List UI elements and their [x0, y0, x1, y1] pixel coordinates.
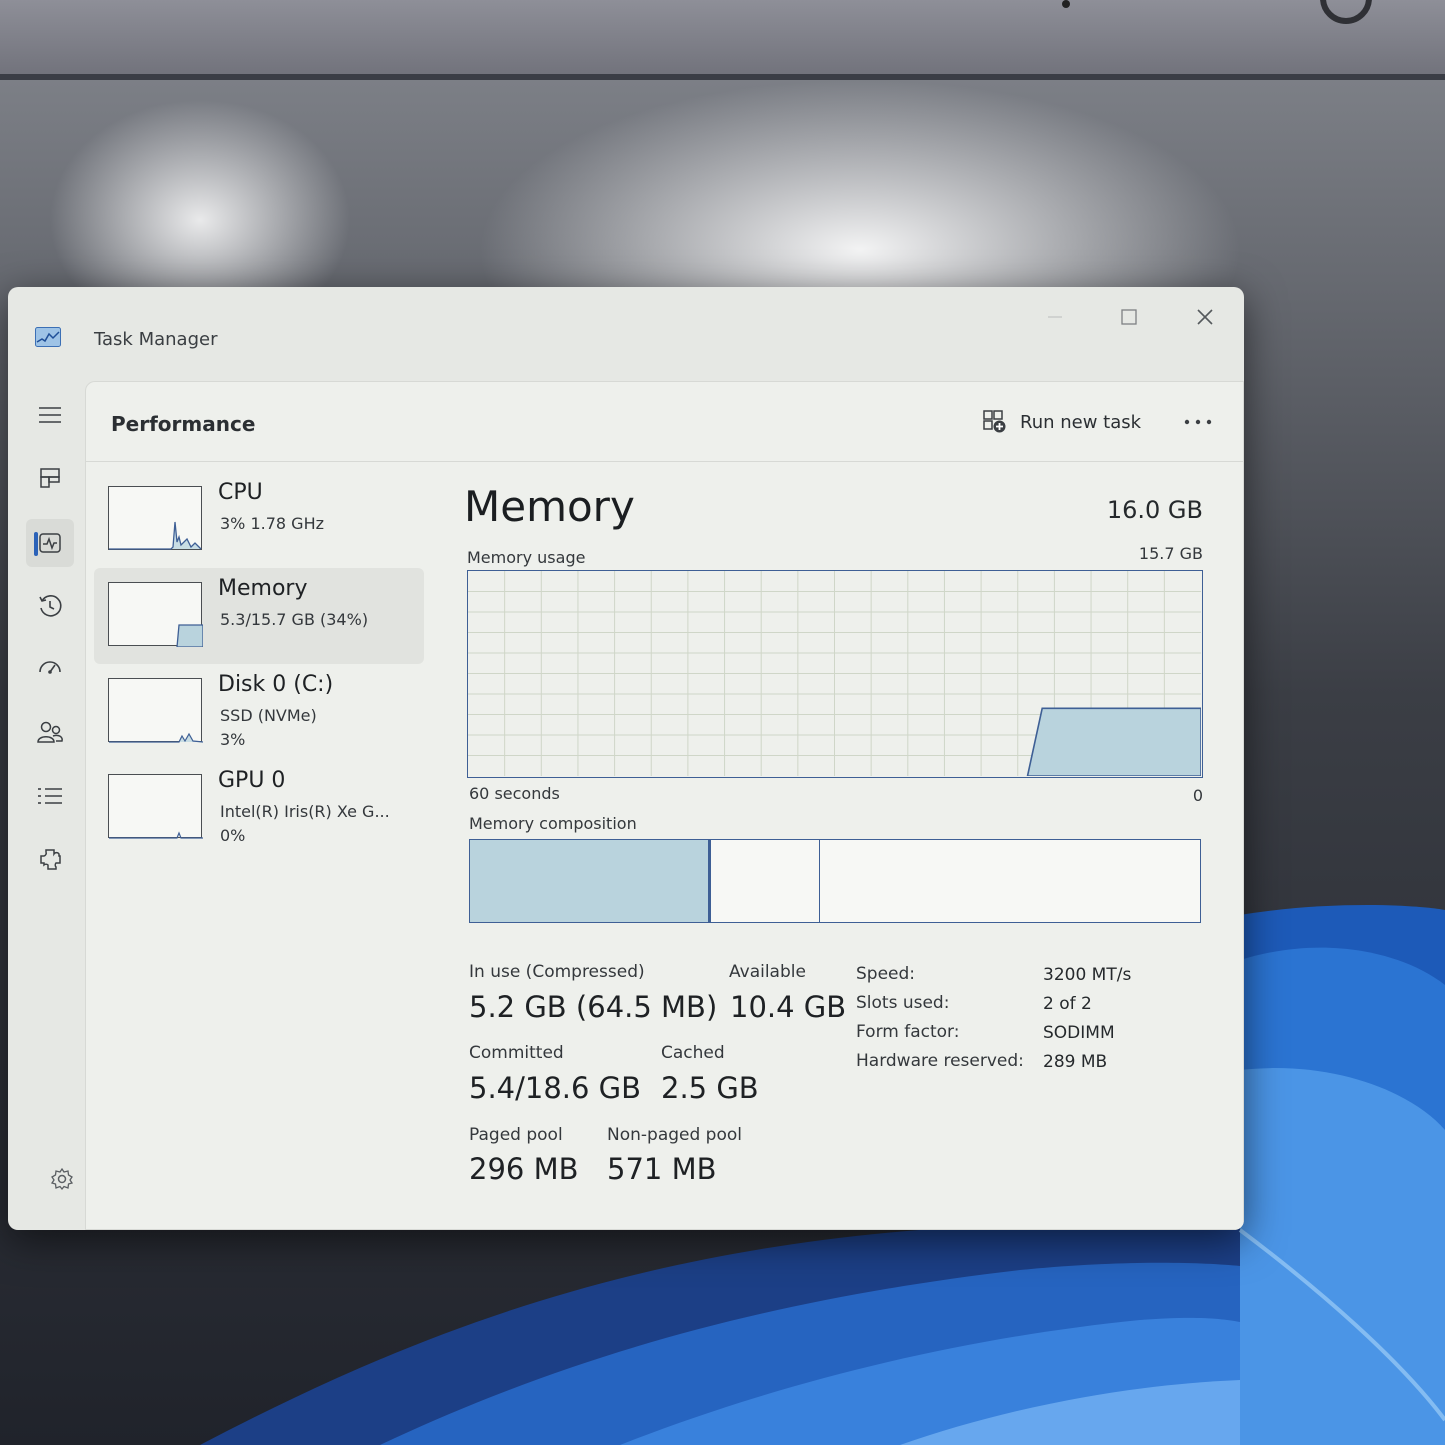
device-detail: 5.3/15.7 GB (34%) — [220, 610, 369, 629]
device-gpu[interactable]: GPU 0 Intel(R) Iris(R) Xe G... 0% — [94, 760, 424, 856]
maximize-icon — [1121, 309, 1137, 325]
device-memory[interactable]: Memory 5.3/15.7 GB (34%) — [94, 568, 424, 664]
graph-axis-zero: 0 — [1192, 786, 1203, 805]
details-icon — [38, 788, 62, 804]
page-title: Performance — [111, 412, 256, 436]
page-header: Performance Run new task — [86, 382, 1243, 462]
more-options-icon — [1184, 419, 1212, 425]
hamburger-menu-icon — [39, 407, 61, 423]
performance-panel: Performance Run new task CPU 3% 1.78 GHz — [85, 381, 1244, 1230]
task-manager-window: Task Manager Performance Run new task CP… — [8, 287, 1244, 1230]
device-name: GPU 0 — [218, 768, 286, 793]
memory-composition-label: Memory composition — [469, 814, 637, 833]
run-new-task-icon — [983, 410, 1006, 433]
device-usage: 3% — [220, 730, 246, 749]
available-label: Available — [729, 962, 806, 982]
composition-in-use-segment — [470, 840, 711, 922]
maximize-button[interactable] — [1104, 295, 1154, 339]
task-manager-app-icon — [35, 327, 61, 347]
settings-gear-icon — [50, 1167, 74, 1191]
in-use-value: 5.2 GB (64.5 MB) — [469, 990, 718, 1024]
device-cpu[interactable]: CPU 3% 1.78 GHz — [94, 472, 424, 568]
hardware-reserved-label: Hardware reserved: — [856, 1051, 1024, 1071]
processes-icon — [40, 468, 60, 488]
nav-services[interactable] — [26, 835, 74, 883]
device-name: Memory — [218, 576, 308, 601]
gpu-thumbnail-graph — [108, 774, 203, 839]
device-list: CPU 3% 1.78 GHz Memory 5.3/15.7 GB (34%)… — [94, 472, 424, 856]
non-paged-pool-value: 571 MB — [607, 1152, 717, 1186]
performance-icon — [39, 533, 61, 553]
active-nav-indicator — [34, 532, 38, 556]
device-name: Disk 0 (C:) — [218, 672, 334, 697]
minimize-icon — [1048, 316, 1062, 318]
device-usage: 0% — [220, 826, 246, 845]
device-detail: Intel(R) Iris(R) Xe G... — [220, 802, 390, 821]
app-history-icon — [39, 595, 62, 617]
nav-performance[interactable] — [26, 519, 74, 567]
form-factor-label: Form factor: — [856, 1022, 960, 1042]
available-value: 10.4 GB — [730, 990, 847, 1024]
device-detail: 3% 1.78 GHz — [220, 514, 325, 533]
paged-pool-label: Paged pool — [469, 1125, 563, 1145]
cached-value: 2.5 GB — [661, 1071, 759, 1105]
memory-usage-graph — [467, 570, 1203, 778]
close-button[interactable] — [1180, 295, 1230, 339]
committed-value: 5.4/18.6 GB — [469, 1071, 642, 1105]
device-disk[interactable]: Disk 0 (C:) SSD (NVMe) 3% — [94, 664, 424, 760]
in-use-label: In use (Compressed) — [469, 962, 645, 982]
memory-heading: Memory — [464, 482, 635, 531]
graph-time-span: 60 seconds — [469, 784, 560, 803]
form-factor-value: SODIMM — [1043, 1023, 1115, 1043]
speed-label: Speed: — [856, 964, 916, 984]
memory-thumbnail-graph — [108, 582, 204, 648]
paged-pool-value: 296 MB — [469, 1152, 579, 1186]
memory-detail: Memory 16.0 GB Memory usage 15.7 GB 60 s… — [464, 474, 1224, 1214]
nav-app-history[interactable] — [26, 582, 74, 630]
composition-modified-segment — [711, 840, 821, 922]
nav-processes[interactable] — [26, 454, 74, 502]
disk-thumbnail-graph — [108, 678, 204, 743]
more-options-button[interactable] — [1176, 402, 1220, 442]
committed-label: Committed — [469, 1043, 564, 1063]
speed-value: 3200 MT/s — [1043, 965, 1132, 985]
device-name: CPU — [218, 480, 263, 505]
run-new-task-label: Run new task — [1020, 411, 1142, 433]
memory-total: 16.0 GB — [1106, 496, 1203, 524]
window-title: Task Manager — [94, 329, 218, 350]
cached-label: Cached — [661, 1043, 725, 1063]
memory-usage-area — [1026, 707, 1202, 777]
slots-used-label: Slots used: — [856, 993, 950, 1013]
title-bar[interactable]: Task Manager — [8, 287, 1244, 379]
close-icon — [1197, 309, 1213, 325]
slots-used-value: 2 of 2 — [1043, 994, 1092, 1014]
memory-composition-bar — [469, 839, 1201, 923]
memory-usage-max: 15.7 GB — [1138, 544, 1203, 563]
startup-apps-icon — [39, 661, 61, 674]
nav-users[interactable] — [26, 709, 74, 757]
device-detail: SSD (NVMe) — [220, 706, 317, 725]
users-icon — [37, 721, 63, 743]
memory-usage-label: Memory usage — [467, 548, 586, 567]
minimize-button[interactable] — [1030, 295, 1080, 339]
navigation-rail — [8, 379, 92, 1230]
settings-button[interactable] — [44, 1161, 80, 1197]
cpu-thumbnail-graph — [108, 486, 202, 550]
nav-hamburger-menu[interactable] — [26, 391, 74, 439]
run-new-task-button[interactable]: Run new task — [974, 402, 1149, 442]
non-paged-pool-label: Non-paged pool — [607, 1125, 742, 1145]
services-icon — [40, 849, 61, 870]
composition-standby-free-segment — [820, 840, 1200, 922]
nav-details[interactable] — [26, 772, 74, 820]
hardware-reserved-value: 289 MB — [1043, 1052, 1108, 1072]
nav-startup-apps[interactable] — [26, 645, 74, 693]
